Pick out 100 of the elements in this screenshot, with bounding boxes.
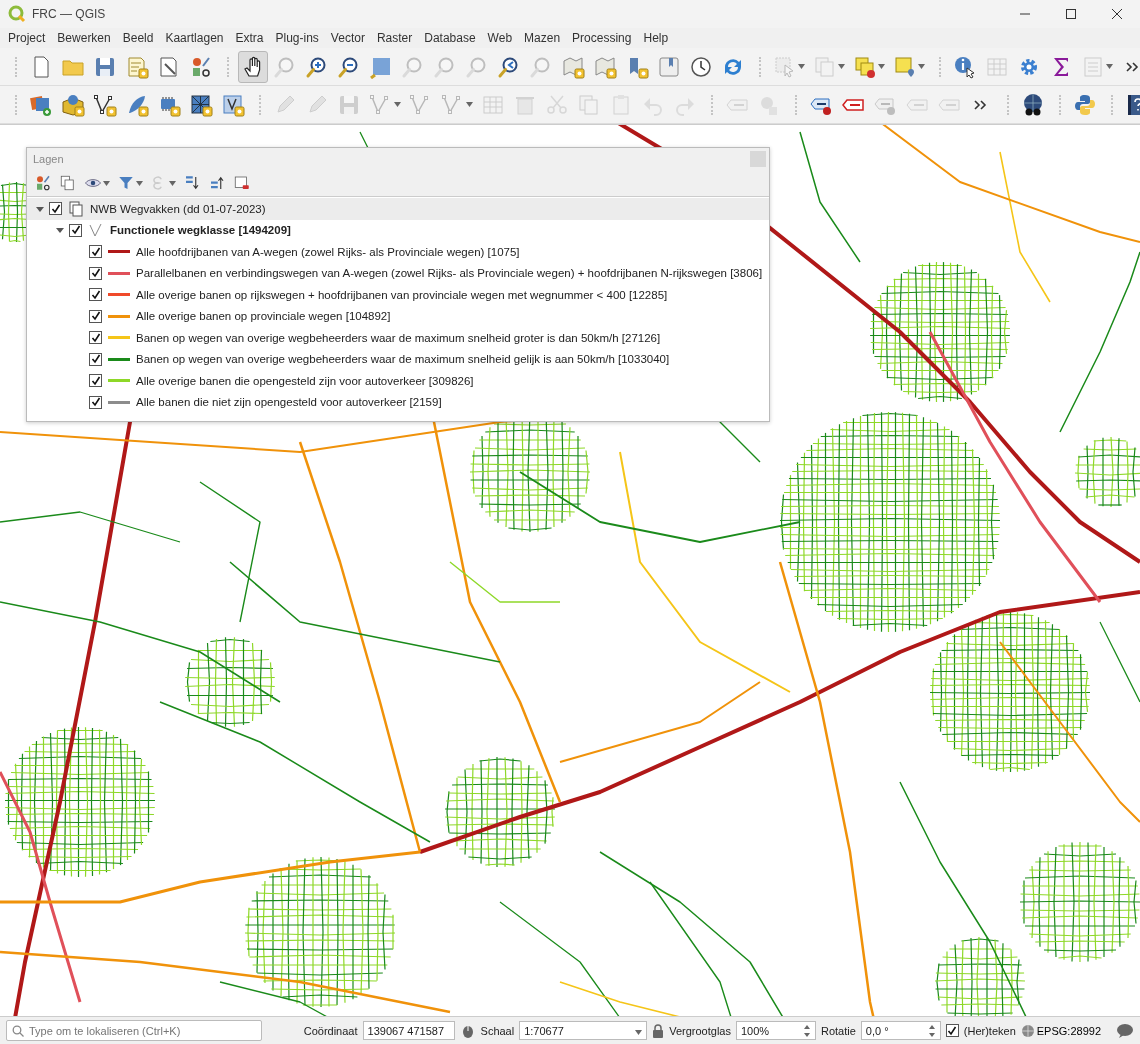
- visibility-checkbox[interactable]: [69, 223, 82, 237]
- caret-icon: [635, 1029, 643, 1035]
- line-layer-icon: [88, 222, 104, 239]
- visibility-checkbox[interactable]: [89, 245, 102, 259]
- style-icon: [34, 174, 52, 192]
- visibility-checkbox[interactable]: [89, 331, 102, 345]
- menu-item[interactable]: Raster: [370, 30, 419, 46]
- mesh-icon: [189, 92, 213, 117]
- layer-label: NWB Wegvakken (dd 01-07-2023): [90, 202, 266, 215]
- coordinate-field[interactable]: 139067 471587: [362, 1021, 455, 1040]
- layout-icon: [125, 54, 149, 79]
- layer-label: Alle overige banen op provinciale wegen [104892]: [136, 310, 391, 323]
- magnifier-label: Vergrootglas: [669, 1024, 731, 1037]
- caret-icon: [1106, 64, 1113, 69]
- remove-icon: [233, 174, 251, 192]
- vertex-icon: [93, 92, 117, 117]
- crs-button[interactable]: EPSG:28992: [1020, 1023, 1101, 1038]
- book-icon: [657, 54, 681, 79]
- visibility-checkbox[interactable]: [89, 288, 102, 302]
- locator-search-field[interactable]: Type om te lokaliseren (Ctrl+K): [6, 1020, 262, 1041]
- layer-label: Parallelbanen en verbindingswegen van A-wegen (zowel Rijks- als Provinciale wegen) + hoofdrijbanen N-rijkswegen [3806]: [136, 267, 763, 280]
- layer-tree-row[interactable]: Banen op wegen van overige wegbeheerders waar de maximum snelheid gelijk is aan 50km/h [1033040]: [27, 348, 769, 370]
- group-icon: [68, 200, 84, 217]
- visibility-checkbox[interactable]: [89, 395, 102, 409]
- select-location-icon: [893, 54, 917, 79]
- add-group-icon: [59, 174, 77, 192]
- spin-arrows-icon[interactable]: [802, 1023, 811, 1038]
- info-icon: [953, 54, 977, 79]
- menu-item[interactable]: Extra: [229, 30, 270, 46]
- lock-icon[interactable]: [652, 1023, 665, 1038]
- messages-icon[interactable]: [1116, 1022, 1134, 1039]
- menu-item[interactable]: Kaartlagen: [159, 30, 230, 46]
- menu-item[interactable]: Web: [481, 30, 519, 46]
- caret-icon: [136, 180, 143, 186]
- caret-icon: [878, 64, 885, 69]
- layer-tree-row[interactable]: Alle banen die niet zijn opengesteld voor autoverkeer [2159]: [27, 391, 769, 413]
- filter-icon: [117, 174, 135, 192]
- maximize-icon: [1066, 9, 1076, 19]
- caret-icon: [838, 64, 845, 69]
- layer-tree-row[interactable]: Functionele wegklasse [1494209]: [27, 219, 769, 241]
- hand-tool-button[interactable]: [238, 50, 268, 83]
- layer-tree-row[interactable]: Parallelbanen en verbindingswegen van A-wegen (zowel Rijks- als Provinciale wegen) + hoofdrijbanen N-rijkswegen [3806]: [27, 262, 769, 284]
- caret-icon: [466, 102, 473, 107]
- layer-label: Alle hoofdrijbanen van A-wegen (zowel Rijks- als Provinciale wegen) [1075]: [136, 245, 520, 258]
- documents-icon: [813, 54, 837, 79]
- rotation-label: Rotatie: [820, 1024, 856, 1037]
- caret-icon: [918, 64, 925, 69]
- window-title: FRC — QGIS: [32, 7, 107, 21]
- panel-title: Lagen: [33, 153, 65, 165]
- expand-icon: [183, 174, 201, 192]
- render-label: (Her)teken: [963, 1024, 1016, 1037]
- python-icon: [1073, 92, 1097, 117]
- search-icon: [12, 1025, 24, 1037]
- layer-label: Alle overige banen die opengesteld zijn voor autoverkeer [309826]: [136, 374, 474, 387]
- spin-arrows-icon[interactable]: [927, 1023, 936, 1038]
- magnifier-spinbox[interactable]: 100%: [735, 1021, 816, 1040]
- globe-binoculars-icon: [1021, 92, 1045, 117]
- layer-tree-row[interactable]: Alle overige banen die opengesteld zijn voor autoverkeer [309826]: [27, 370, 769, 392]
- scale-label: Schaal: [480, 1024, 515, 1037]
- caret-icon: [798, 64, 805, 69]
- deselect-icon: [853, 54, 877, 79]
- menu-item[interactable]: Help: [637, 30, 675, 46]
- copy-icon: [577, 92, 601, 117]
- map-icon: [593, 54, 617, 79]
- scale-combobox[interactable]: 1:70677: [519, 1021, 648, 1040]
- menu-item[interactable]: Mazen: [518, 30, 567, 46]
- list-icon: [1081, 54, 1105, 79]
- coordinate-label: Coördinaat: [303, 1024, 358, 1037]
- menu-item[interactable]: Processing: [566, 30, 638, 46]
- caret-icon: [394, 102, 401, 107]
- database-icon: [61, 92, 85, 117]
- layer-label: Banen op wegen van overige wegbeheerders waar de maximum snelheid groter is dan 50km/h [27126]: [136, 331, 661, 344]
- render-checkbox[interactable]: [945, 1024, 959, 1037]
- app-logo-icon: [8, 5, 26, 23]
- menu-item[interactable]: Plug-ins: [269, 30, 325, 46]
- layer-label: Alle banen die niet zijn opengesteld voor autoverkeer [2159]: [136, 396, 442, 409]
- visibility-checkbox[interactable]: [89, 266, 102, 280]
- visibility-checkbox[interactable]: [89, 374, 102, 388]
- vertex-icon: [221, 92, 245, 117]
- menu-item[interactable]: Bewerken: [51, 30, 117, 46]
- visibility-checkbox[interactable]: [49, 202, 62, 216]
- layer-label: Functionele wegklasse [1494209]: [110, 224, 291, 237]
- clock-icon: [689, 54, 713, 79]
- layer-tree-row[interactable]: Alle overige banen op provinciale wegen [104892]: [27, 305, 769, 327]
- layer-label: Alle overige banen op rijkswegen + hoofdrijbanen van provinciale wegen met wegnummer < 400 [12285]: [136, 288, 668, 301]
- rotation-spinbox[interactable]: 0,0 °: [860, 1021, 941, 1040]
- caret-icon: [103, 180, 110, 186]
- layer-tree-row[interactable]: Alle overige banen op rijkswegen + hoofdrijbanen van provinciale wegen met wegnummer < 400 [12285]: [27, 284, 769, 306]
- globe-icon: [1020, 1023, 1035, 1038]
- menu-item[interactable]: Beeld: [116, 30, 160, 46]
- visibility-checkbox[interactable]: [89, 352, 102, 366]
- visibility-checkbox[interactable]: [89, 309, 102, 323]
- menu-item[interactable]: Project: [2, 30, 52, 46]
- menu-item[interactable]: Vector: [324, 30, 371, 46]
- layer-tree-row[interactable]: Banen op wegen van overige wegbeheerders waar de maximum snelheid groter is dan 50km/h [27126]: [27, 327, 769, 349]
- layer-tree-row[interactable]: NWB Wegvakken (dd 01-07-2023): [27, 198, 769, 220]
- map-icon: [561, 54, 585, 79]
- menu-item[interactable]: Database: [418, 30, 482, 46]
- layer-label: Banen op wegen van overige wegbeheerders waar de maximum snelheid gelijk is aan 50km/h [1033040]: [136, 353, 670, 366]
- layer-tree-row[interactable]: Alle hoofdrijbanen van A-wegen (zowel Rijks- als Provinciale wegen) [1075]: [27, 241, 769, 263]
